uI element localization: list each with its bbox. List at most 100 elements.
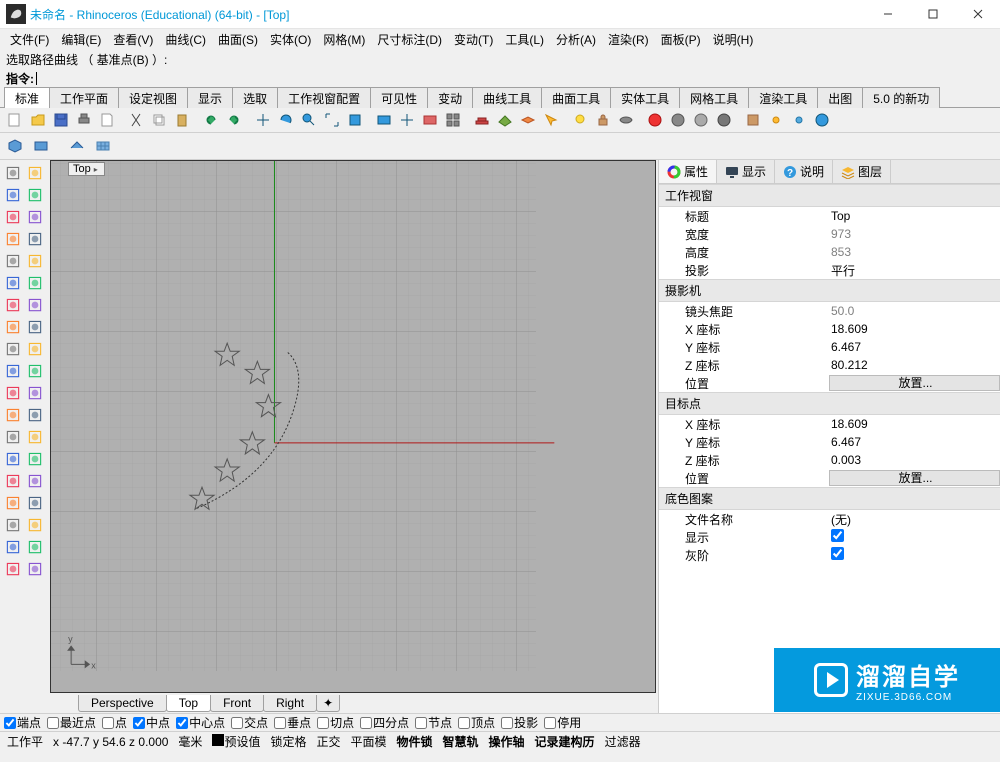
tool-tab[interactable]: 曲线工具 <box>472 87 542 108</box>
pipe-tool[interactable] <box>24 316 45 337</box>
named-view-icon[interactable] <box>419 109 441 131</box>
tool-tab[interactable]: 可见性 <box>370 87 428 108</box>
close-button[interactable] <box>955 0 1000 28</box>
revolve-tool[interactable] <box>24 448 45 469</box>
pan-icon[interactable] <box>396 109 418 131</box>
viewport-tab[interactable]: Perspective <box>78 695 167 712</box>
menu-item[interactable]: 工具(L) <box>499 29 550 50</box>
prop-tgt-x[interactable]: 18.609 <box>829 417 1000 431</box>
blend-tool[interactable] <box>24 360 45 381</box>
rotate-icon[interactable] <box>275 109 297 131</box>
cplane-grid-icon[interactable] <box>92 135 114 157</box>
box-icon[interactable] <box>4 135 26 157</box>
ellipse2-tool[interactable] <box>24 250 45 271</box>
status-toggle[interactable]: 平面模 <box>347 733 389 750</box>
status-toggle[interactable]: 物件锁 <box>394 733 436 750</box>
osnap-checkbox[interactable] <box>415 717 427 729</box>
menu-item[interactable]: 面板(P) <box>655 29 707 50</box>
prop-wall-show-checkbox[interactable] <box>831 529 844 542</box>
tool-tab[interactable]: 工作视窗配置 <box>277 87 371 108</box>
tool-tab[interactable]: 渲染工具 <box>748 87 818 108</box>
osnap-端点[interactable]: 端点 <box>4 714 41 731</box>
tool-tab[interactable]: 变动 <box>427 87 473 108</box>
osnap-垂点[interactable]: 垂点 <box>274 714 311 731</box>
lock-icon[interactable] <box>592 109 614 131</box>
osnap-checkbox[interactable] <box>4 717 16 729</box>
star-tool[interactable] <box>2 294 23 315</box>
move-icon[interactable] <box>252 109 274 131</box>
lines-tool[interactable] <box>2 360 23 381</box>
osnap-点[interactable]: 点 <box>102 714 127 731</box>
doc-icon[interactable] <box>96 109 118 131</box>
osnap-checkbox[interactable] <box>501 717 513 729</box>
osnap-checkbox[interactable] <box>102 717 114 729</box>
zoom-sel-icon[interactable] <box>344 109 366 131</box>
undo-icon[interactable] <box>200 109 222 131</box>
panel-tab-help[interactable]: ?说明 <box>775 160 833 183</box>
prop-wall-gray-checkbox[interactable] <box>831 547 844 560</box>
lasso-tool[interactable] <box>24 162 45 183</box>
osnap-投影[interactable]: 投影 <box>501 714 538 731</box>
polygon-tool[interactable] <box>24 228 45 249</box>
menu-item[interactable]: 说明(H) <box>707 29 760 50</box>
prop-cam-z[interactable]: 80.212 <box>829 358 1000 372</box>
car-icon[interactable] <box>471 109 493 131</box>
cage-tool[interactable] <box>24 382 45 403</box>
extrude-tool[interactable] <box>2 448 23 469</box>
status-toggle[interactable]: 操作轴 <box>486 733 528 750</box>
tool-tab[interactable]: 设定视图 <box>118 87 188 108</box>
viewport-menu-icon[interactable] <box>94 163 98 175</box>
cylinder-tool[interactable] <box>24 470 45 491</box>
paste-icon[interactable] <box>171 109 193 131</box>
zoom-ext-icon[interactable] <box>321 109 343 131</box>
prop-cam-y[interactable]: 6.467 <box>829 340 1000 354</box>
options-icon[interactable] <box>742 109 764 131</box>
sphere-icon[interactable] <box>690 109 712 131</box>
osnap-checkbox[interactable] <box>133 717 145 729</box>
box-tool[interactable] <box>2 470 23 491</box>
viewport-label[interactable]: Top <box>68 162 105 176</box>
booldiff-tool[interactable] <box>24 426 45 447</box>
tool-tab[interactable]: 工作平面 <box>49 87 119 108</box>
tool-tab[interactable]: 显示 <box>187 87 233 108</box>
status-toggle[interactable]: 过滤器 <box>602 733 644 750</box>
redo-icon[interactable] <box>223 109 245 131</box>
menu-item[interactable]: 曲面(S) <box>212 29 264 50</box>
shade-icon[interactable] <box>713 109 735 131</box>
prop-cam-place-button[interactable]: 放置... <box>829 375 1000 391</box>
copy-icon[interactable] <box>148 109 170 131</box>
menu-item[interactable]: 文件(F) <box>4 29 55 50</box>
osnap-中点[interactable]: 中点 <box>133 714 170 731</box>
arc-tool[interactable] <box>24 206 45 227</box>
cut-icon[interactable] <box>125 109 147 131</box>
join-tool[interactable] <box>2 338 23 359</box>
prop-tgt-place-button[interactable]: 放置... <box>829 470 1000 486</box>
command-prompt[interactable]: 指令: <box>6 69 994 87</box>
osnap-checkbox[interactable] <box>458 717 470 729</box>
maximize-button[interactable] <box>910 0 955 28</box>
render-icon[interactable] <box>644 109 666 131</box>
viewport-top[interactable]: x y <box>50 160 656 693</box>
menu-item[interactable]: 分析(A) <box>550 29 602 50</box>
tool-tab[interactable]: 实体工具 <box>610 87 680 108</box>
prop-tgt-y[interactable]: 6.467 <box>829 435 1000 449</box>
plane-tool[interactable] <box>2 272 23 293</box>
edit-tool[interactable] <box>2 382 23 403</box>
status-units[interactable]: 毫米 <box>175 733 205 750</box>
unroll-tool[interactable] <box>24 558 45 579</box>
prop-wall-file[interactable]: (无) <box>829 511 1000 528</box>
osnap-checkbox[interactable] <box>176 717 188 729</box>
light-icon[interactable] <box>569 109 591 131</box>
rect-tool[interactable] <box>2 228 23 249</box>
panel-tab-monitor[interactable]: 显示 <box>717 160 775 183</box>
menu-item[interactable]: 编辑(E) <box>55 29 107 50</box>
curve-tool[interactable] <box>24 184 45 205</box>
minimize-button[interactable] <box>865 0 910 28</box>
viewport-tab[interactable]: Top <box>166 695 211 712</box>
hide-icon[interactable] <box>615 109 637 131</box>
print-icon[interactable] <box>73 109 95 131</box>
status-cplane[interactable]: 工作平 <box>4 733 46 750</box>
tool-tab[interactable]: 出图 <box>817 87 863 108</box>
viewport-tab[interactable]: Front <box>210 695 264 712</box>
layer-icon[interactable] <box>517 109 539 131</box>
